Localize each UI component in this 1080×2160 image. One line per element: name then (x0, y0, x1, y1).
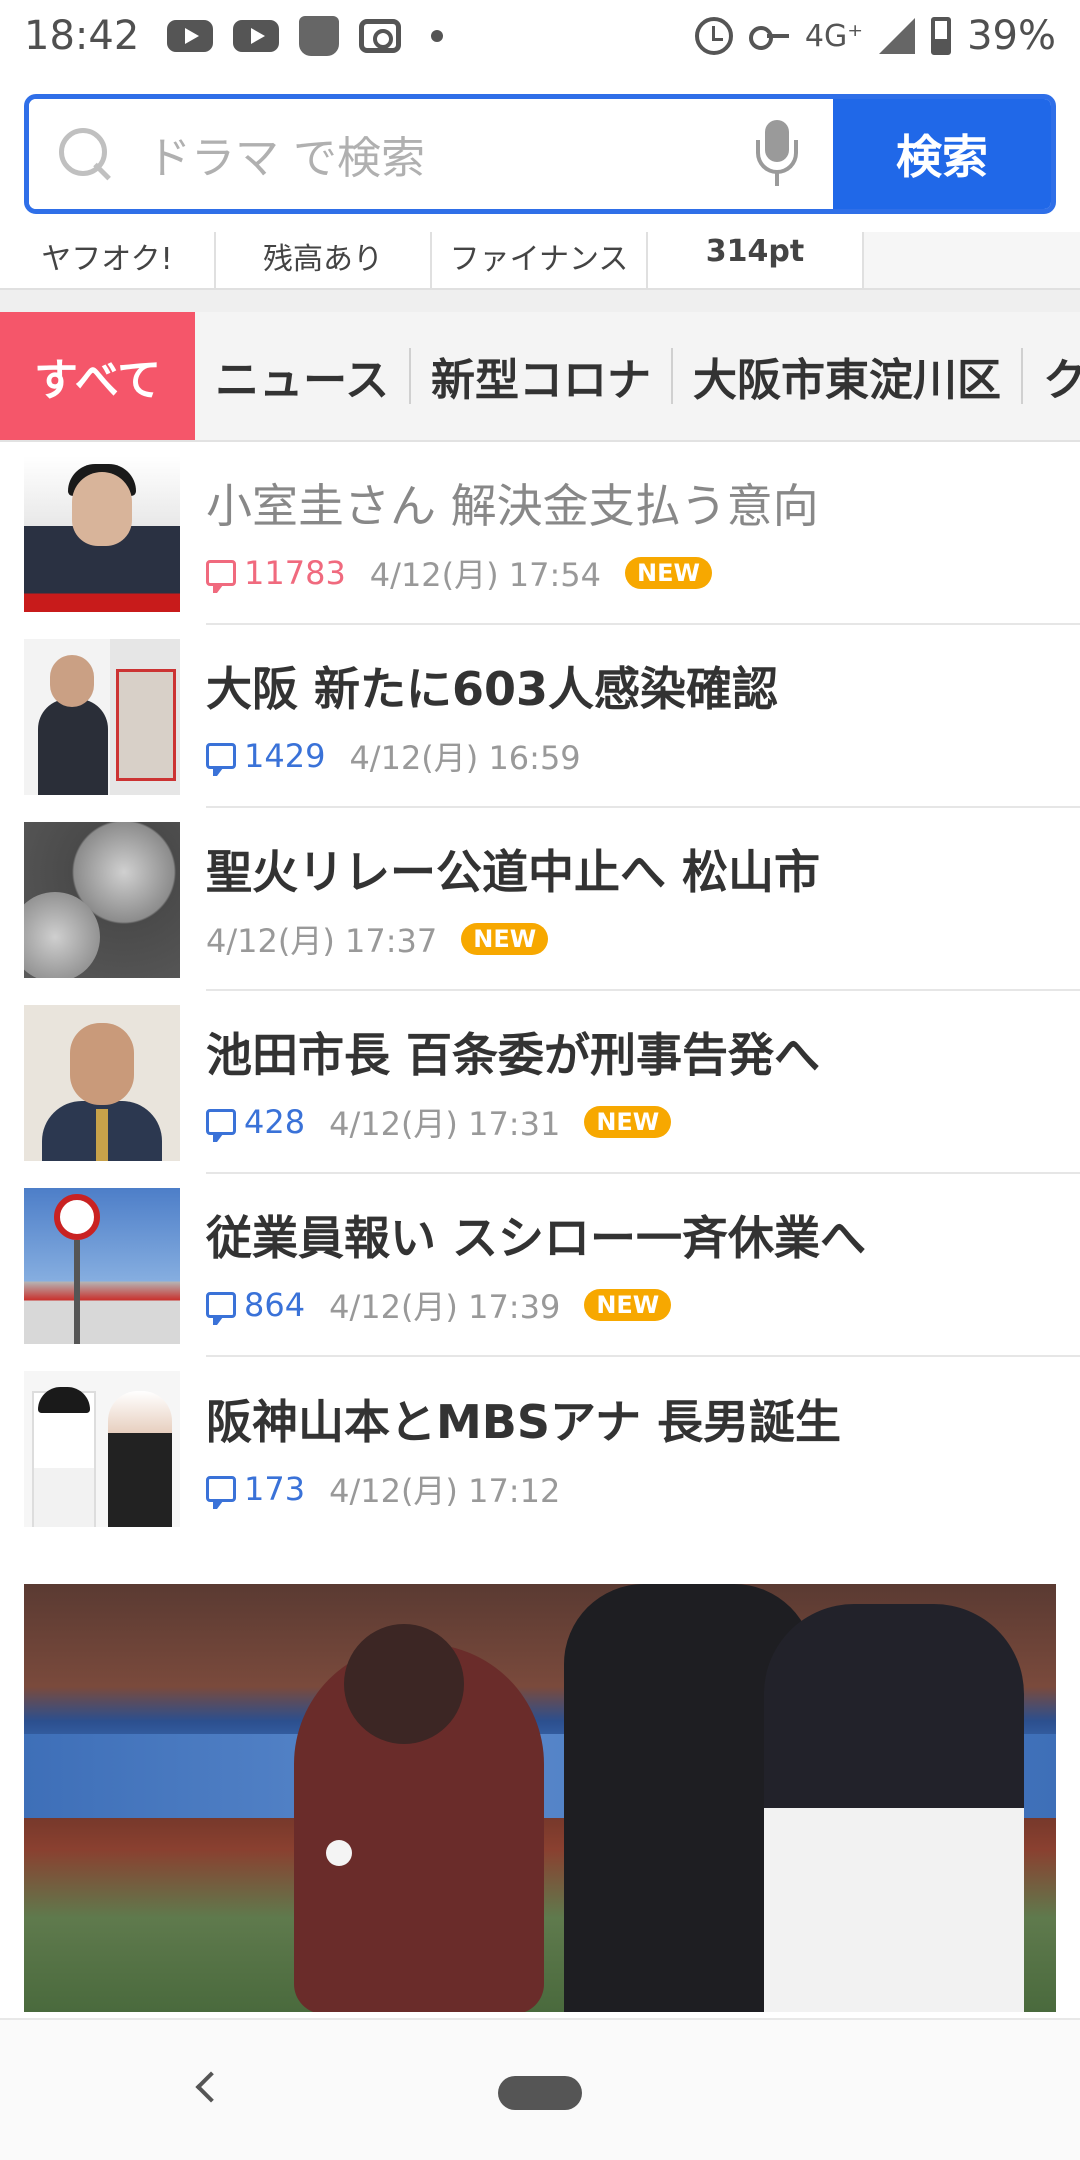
battery-percent: 39% (967, 13, 1056, 59)
featured-video[interactable] (24, 1584, 1056, 2012)
news-item[interactable]: 大阪 新たに603人感染確認 1429 4/12(月) 16:59 (0, 625, 1080, 808)
search-button[interactable]: 検索 (833, 99, 1051, 209)
news-title: 聖火リレー公道中止へ 松山市 (206, 844, 821, 899)
news-item[interactable]: 小室圭さん 解決金支払う意向 11783 4/12(月) 17:54 NEW (0, 442, 1080, 625)
news-item[interactable]: 池田市長 百条委が刑事告発へ 428 4/12(月) 17:31 NEW (0, 991, 1080, 1174)
section-divider (0, 290, 1080, 312)
quick-link-points[interactable]: 314pt (648, 232, 864, 288)
comment-icon (206, 559, 236, 593)
news-item[interactable]: 阪神山本とMBSアナ 長男誕生 173 4/12(月) 17:12 (0, 1357, 1080, 1540)
news-title: 従業員報い スシロー一斉休業へ (206, 1210, 867, 1265)
batter-figure (764, 1604, 1024, 2012)
comment-icon (206, 1108, 236, 1142)
search-bar: ドラマ で検索 検索 (24, 94, 1056, 214)
news-title: 大阪 新たに603人感染確認 (206, 661, 779, 716)
youtube-notification-icon (233, 20, 280, 52)
search-icon (57, 126, 113, 182)
news-thumbnail (24, 638, 180, 795)
more-notifications-dot-icon (431, 30, 444, 42)
microphone-icon[interactable] (741, 118, 813, 190)
news-timestamp: 4/12(月) 16:59 (349, 738, 581, 777)
tab-news[interactable]: ニュース (195, 348, 411, 406)
status-bar: 18:42 4G⁺ 39% (0, 0, 1080, 72)
tab-coupon[interactable]: クー (1023, 348, 1080, 406)
news-thumbnail (24, 821, 180, 978)
news-thumbnail (24, 1370, 180, 1527)
comment-count: 864 (244, 1285, 306, 1324)
quick-links-filler (864, 232, 1080, 288)
home-pill-icon[interactable] (498, 2076, 582, 2110)
baseball (326, 1840, 352, 1866)
search-input[interactable]: ドラマ で検索 (29, 99, 833, 209)
news-timestamp: 4/12(月) 17:31 (329, 1104, 561, 1143)
comment-count: 1429 (244, 736, 326, 775)
news-item[interactable]: 従業員報い スシロー一斉休業へ 864 4/12(月) 17:39 NEW (0, 1174, 1080, 1357)
back-icon[interactable] (195, 2071, 227, 2103)
comment-count: 11783 (244, 553, 346, 592)
news-title: 阪神山本とMBSアナ 長男誕生 (206, 1394, 842, 1449)
radio-icon (359, 19, 402, 53)
news-thumbnail (24, 1004, 180, 1161)
new-badge: NEW (584, 1288, 672, 1321)
news-timestamp: 4/12(月) 17:12 (329, 1471, 561, 1510)
quick-link-yahuoku[interactable]: ヤフオク! (0, 232, 216, 288)
signal-icon (879, 18, 916, 54)
news-timestamp: 4/12(月) 17:54 (369, 555, 602, 594)
search-placeholder: ドラマ で検索 (147, 133, 425, 184)
news-item[interactable]: 聖火リレー公道中止へ 松山市 4/12(月) 17:37 NEW (0, 808, 1080, 991)
comment-count: 428 (244, 1102, 306, 1141)
new-badge: NEW (584, 1105, 672, 1138)
comment-icon (206, 1291, 236, 1325)
quick-link-finance[interactable]: ファイナンス (432, 232, 648, 288)
alarm-icon (694, 17, 733, 55)
news-timestamp: 4/12(月) 17:39 (329, 1287, 561, 1326)
tab-covid[interactable]: 新型コロナ (411, 348, 673, 406)
station-app-icon (299, 16, 340, 56)
comment-count: 173 (244, 1469, 306, 1508)
system-nav-bar (0, 2018, 1080, 2160)
catcher-mask (344, 1624, 464, 1744)
quick-link-balance[interactable]: 残高あり (216, 232, 432, 288)
news-title: 池田市長 百条委が刑事告発へ (206, 1027, 821, 1082)
news-thumbnail (24, 455, 180, 612)
network-type: 4G⁺ (804, 18, 864, 54)
quick-links: ヤフオク! 残高あり ファイナンス 314pt (0, 232, 1080, 290)
youtube-notification-icon (167, 20, 214, 52)
status-time: 18:42 (24, 13, 140, 59)
news-thumbnail (24, 1187, 180, 1344)
tab-local-area[interactable]: 大阪市東淀川区 (673, 348, 1023, 406)
comment-icon (206, 1475, 236, 1509)
news-timestamp: 4/12(月) 17:37 (206, 921, 438, 960)
tab-all[interactable]: すべて (0, 312, 196, 440)
vpn-key-icon (748, 26, 789, 50)
category-tabs: すべて ニュース 新型コロナ 大阪市東淀川区 クー (0, 312, 1080, 442)
battery-icon (931, 17, 952, 55)
news-title: 小室圭さん 解決金支払う意向 (206, 478, 819, 533)
news-list: 小室圭さん 解決金支払う意向 11783 4/12(月) 17:54 NEW 大… (0, 442, 1080, 1540)
comment-icon (206, 742, 236, 776)
new-badge: NEW (461, 922, 549, 955)
new-badge: NEW (625, 556, 712, 589)
